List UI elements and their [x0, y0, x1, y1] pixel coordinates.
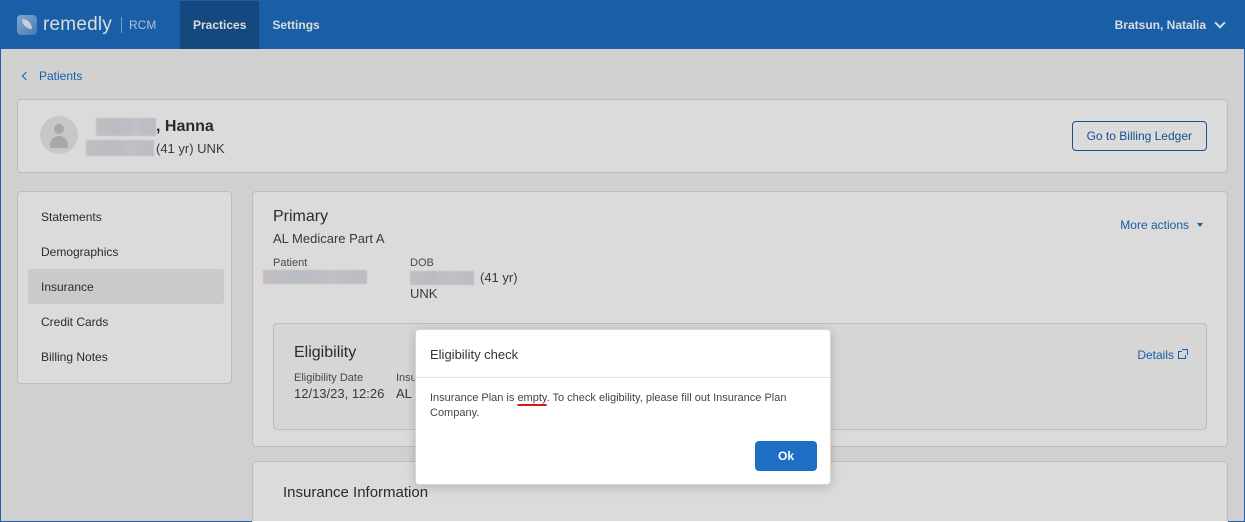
message-part-1: Insurance Plan is: [430, 392, 518, 404]
ok-button[interactable]: Ok: [755, 441, 817, 471]
dialog-message: Insurance Plan is empty. To check eligib…: [430, 391, 820, 421]
dialog-divider: [416, 377, 830, 378]
message-flagged-word: empty: [517, 392, 547, 404]
dialog-title: Eligibility check: [430, 347, 519, 362]
eligibility-check-dialog: Eligibility check Insurance Plan is empt…: [415, 329, 831, 485]
